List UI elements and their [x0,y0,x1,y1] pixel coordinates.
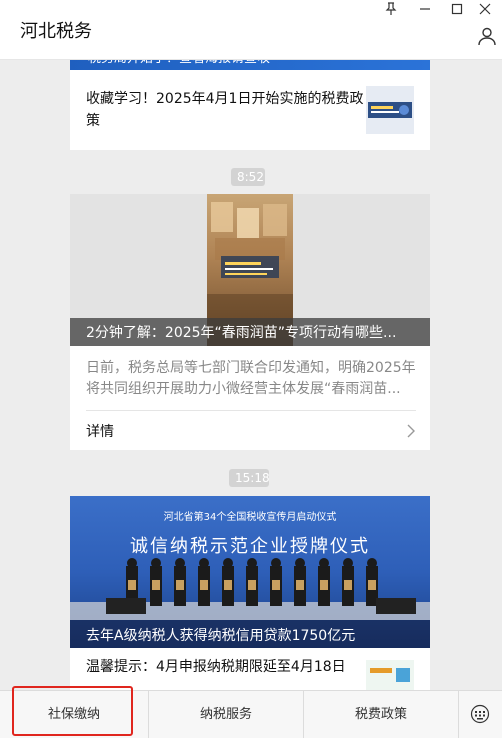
hero-title-bar: 去年A级纳税人获得纳税信用贷款1750亿元 [70,620,430,648]
hero-main-text: 诚信纳税示范企业授牌仪式 [130,536,370,557]
article-item[interactable]: 温馨提示：4月申报纳税期限延至4月18日 [70,652,430,690]
tab-tax-policy[interactable]: 税费政策 [304,691,458,738]
keyboard-icon[interactable] [470,704,490,724]
video-title-bar: 2分钟了解：2025年“春雨润苗”专项行动有哪些... [70,318,430,346]
pin-icon[interactable] [380,2,402,20]
close-icon[interactable] [474,2,496,20]
highlight-box [12,686,133,736]
details-label: 详情 [86,424,114,440]
article-card[interactable]: 税务局开始了！查看海报请查收 收藏学习！2025年4月1日开始实施的税费政策 [70,60,430,150]
hero-subtitle-text: 河北省第34个全国税收宣传月启动仪式 [163,512,337,523]
article-thumbnail [366,660,414,690]
chevron-right-icon [406,423,416,438]
article-banner[interactable]: 税务局开始了！查看海报请查收 [70,60,430,70]
video-cover[interactable]: 2分钟了解：2025年“春雨润苗”专项行动有哪些... [70,194,430,346]
maximize-icon[interactable] [446,2,468,20]
details-link[interactable]: 详情 [70,411,430,449]
article-thumbnail [366,86,414,134]
article-item-title: 收藏学习！2025年4月1日开始实施的税费政策 [86,91,364,129]
article-hero-image[interactable]: 河北省第34个全国税收宣传月启动仪式 诚信纳税示范企业授牌仪式 去年A级纳税人获… [70,496,430,648]
title-bar: 河北税务 [0,0,502,60]
app-title: 河北税务 [20,21,92,42]
video-card[interactable]: 2分钟了解：2025年“春雨润苗”专项行动有哪些... 日前，税务总局等七部门联… [70,194,430,450]
hero-title: 去年A级纳税人获得纳税信用贷款1750亿元 [86,628,356,644]
award-ceremony-graphic [70,558,430,620]
person-icon[interactable] [477,26,497,46]
timestamp-badge: 15:18 [229,469,270,487]
tab-tax-service[interactable]: 纳税服务 [149,691,303,738]
message-feed[interactable]: 税务局开始了！查看海报请查收 收藏学习！2025年4月1日开始实施的税费政策 8… [0,60,502,690]
banner-text: 税务局开始了！查看海报请查收 [88,60,408,68]
article-card[interactable]: 河北省第34个全国税收宣传月启动仪式 诚信纳税示范企业授牌仪式 去年A级纳税人获… [70,496,430,690]
divider [458,691,459,738]
timestamp-badge: 8:52 [231,168,265,186]
video-title: 2分钟了解：2025年“春雨润苗”专项行动有哪些... [86,325,397,341]
article-item-title: 温馨提示：4月申报纳税期限延至4月18日 [86,659,346,675]
minimize-icon[interactable] [414,2,436,20]
article-item[interactable]: 收藏学习！2025年4月1日开始实施的税费政策 [70,80,430,140]
video-summary: 日前，税务总局等七部门联合印发通知，明确2025年将共同组织开展助力小微经营主体… [86,360,416,397]
